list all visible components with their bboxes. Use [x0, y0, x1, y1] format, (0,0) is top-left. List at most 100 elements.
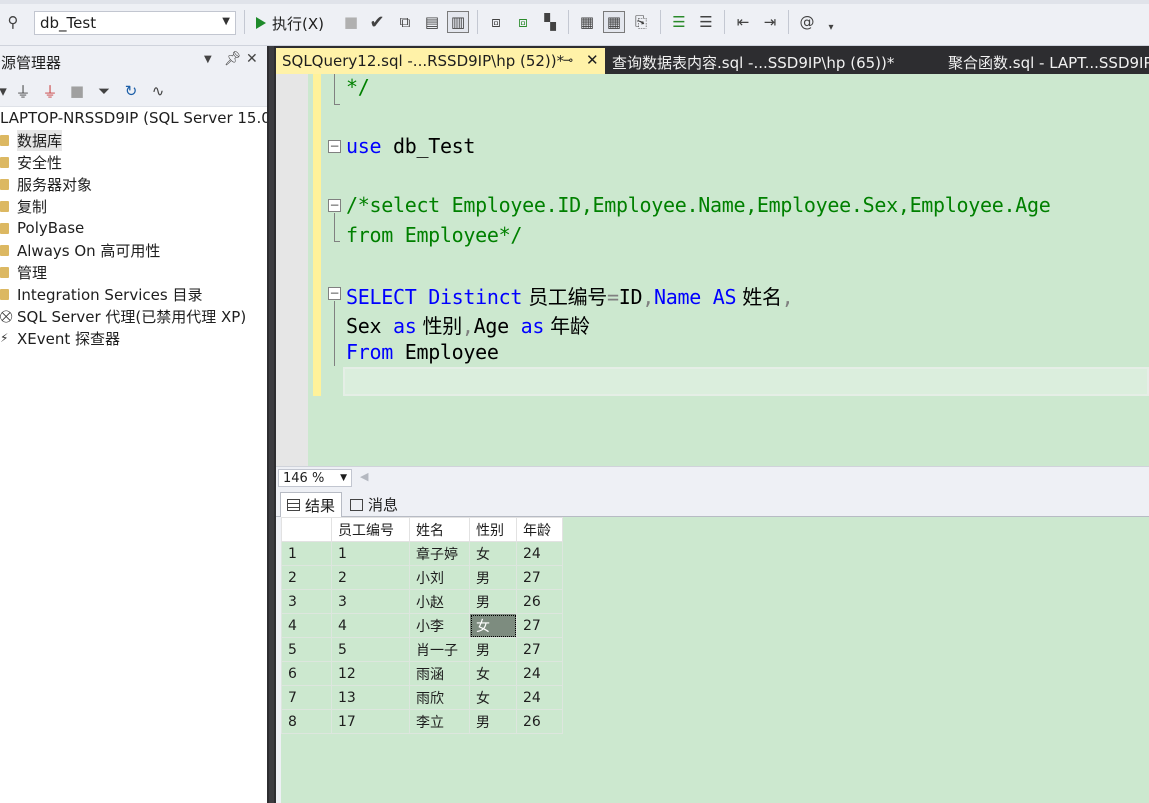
grid-cell[interactable]: 男 [469, 637, 517, 662]
connect-icon[interactable]: ⏚ [12, 80, 34, 102]
grid-cell[interactable]: 李立 [409, 709, 470, 734]
results-to-grid-icon[interactable]: ▦ [603, 11, 625, 33]
grid-cell[interactable]: 章子婷 [409, 541, 470, 566]
tree-node[interactable]: Integration Services 目录 [0, 283, 267, 305]
tab-query-table-content[interactable]: 查询数据表内容.sql -...SSD9IP\hp (65))* [606, 48, 936, 74]
grid-cell[interactable]: 24 [516, 661, 563, 686]
tab-results[interactable]: 结果 [280, 492, 343, 517]
grid-cell[interactable]: 24 [516, 685, 563, 710]
stop-icon[interactable]: ■ [66, 80, 88, 102]
grid-cell[interactable]: 27 [516, 565, 563, 590]
tree-node[interactable]: ⛒ SQL Server 代理(已禁用代理 XP) [0, 305, 267, 327]
tree-node[interactable]: ⚡ XEvent 探查器 [0, 327, 267, 349]
database-selector[interactable]: db_Test ▼ [34, 11, 236, 35]
grid-cell[interactable]: 5 [331, 637, 410, 662]
grid-cell[interactable]: 小李 [409, 613, 470, 638]
tab-sqlquery12[interactable]: SQLQuery12.sql -...RSSD9IP\hp (52))* ⊸ ✕ [276, 48, 605, 74]
window-position-icon[interactable]: ▼ [204, 54, 212, 65]
grid-cell[interactable]: 26 [516, 589, 563, 614]
pin-icon[interactable]: ⊸ [563, 53, 573, 67]
grid-cell[interactable]: 女 [469, 661, 517, 686]
results-to-text-icon[interactable]: ▦ [576, 11, 598, 33]
collapse-icon[interactable]: − [328, 140, 341, 153]
grid-cell[interactable]: 女 [469, 685, 517, 710]
comment-lines-icon[interactable]: ☰ [668, 11, 690, 33]
row-number-cell[interactable]: 8 [281, 709, 332, 734]
grid-cell[interactable]: 雨涵 [409, 661, 470, 686]
tab-messages[interactable]: 消息 [344, 492, 404, 517]
grid-cell[interactable]: 1 [331, 541, 410, 566]
row-number-cell[interactable]: 2 [281, 565, 332, 590]
disconnect-icon[interactable]: ⏚ [39, 80, 61, 102]
toolbar-overflow-icon[interactable]: ▾ [820, 16, 842, 38]
row-number-cell[interactable]: 5 [281, 637, 332, 662]
grid-cell[interactable]: 27 [516, 637, 563, 662]
specify-template-values-icon[interactable]: @ [796, 11, 818, 33]
row-number-cell[interactable]: 6 [281, 661, 332, 686]
query-designer-icon[interactable]: ▤ [421, 11, 443, 33]
zoom-selector[interactable]: 146 % ▼ [278, 469, 352, 487]
grid-cell[interactable]: 26 [516, 709, 563, 734]
grid-cell[interactable]: 2 [331, 565, 410, 590]
scroll-left-icon[interactable]: ◀ [360, 470, 368, 483]
tree-node[interactable]: 数据库 [0, 129, 267, 151]
grid-cell[interactable]: 雨欣 [409, 685, 470, 710]
tree-server-node[interactable]: LAPTOP-NRSSD9IP (SQL Server 15.0.. [0, 107, 280, 129]
activity-monitor-icon[interactable]: ∿ [147, 80, 169, 102]
grid-cell[interactable]: 12 [331, 661, 410, 686]
grid-cell[interactable]: 27 [516, 613, 563, 638]
results-to-file-icon[interactable]: ⎘ [630, 11, 652, 33]
grid-column-header[interactable]: 年龄 [516, 517, 563, 542]
parse-check-icon[interactable]: ✔ [366, 11, 388, 33]
grid-cell[interactable]: 女 [469, 541, 517, 566]
include-plan-icon[interactable]: ⧈ [485, 11, 507, 33]
execute-button[interactable]: 执行(X) [256, 11, 324, 35]
close-icon[interactable]: ✕ [586, 51, 599, 69]
grid-cell[interactable]: 肖一子 [409, 637, 470, 662]
row-number-cell[interactable]: 4 [281, 613, 332, 638]
collapse-icon[interactable]: − [328, 199, 341, 212]
grid-cell[interactable]: 小刘 [409, 565, 470, 590]
connect-object-explorer-icon[interactable]: ⚲ [2, 11, 24, 33]
grid-cell[interactable]: 女 [469, 613, 517, 638]
grid-column-header[interactable]: 员工编号 [331, 517, 410, 542]
decrease-indent-icon[interactable]: ⇤ [732, 11, 754, 33]
stop-icon[interactable]: ■ [340, 11, 362, 33]
row-number-cell[interactable]: 7 [281, 685, 332, 710]
query-editor[interactable]: − − − */ use db_Test /*select Employee.I… [276, 74, 1149, 466]
grid-cell[interactable]: 24 [516, 541, 563, 566]
grid-cell[interactable]: 小赵 [409, 589, 470, 614]
grid-corner-header[interactable] [281, 517, 332, 542]
collapse-icon[interactable]: − [328, 287, 341, 300]
row-number-cell[interactable]: 3 [281, 589, 332, 614]
grid-cell[interactable]: 男 [469, 709, 517, 734]
grid-column-header[interactable]: 性别 [469, 517, 517, 542]
close-icon[interactable]: ✕ [246, 51, 258, 67]
grid-cell[interactable]: 男 [469, 589, 517, 614]
tree-node[interactable]: 管理 [0, 261, 267, 283]
grid-cell[interactable]: 17 [331, 709, 410, 734]
client-stats-icon[interactable]: ▚ [539, 11, 561, 33]
tree-node[interactable]: Always On 高可用性 [0, 239, 267, 261]
tree-node[interactable]: 服务器对象 [0, 173, 267, 195]
splitter[interactable] [267, 46, 276, 803]
live-stats-icon[interactable]: ⧈ [512, 11, 534, 33]
grid-column-header[interactable]: 姓名 [409, 517, 470, 542]
refresh-icon[interactable]: ↻ [120, 80, 142, 102]
uncomment-lines-icon[interactable]: ☰ [695, 11, 717, 33]
intellisense-icon[interactable]: ▥ [447, 11, 469, 33]
filter-icon[interactable]: ⏷ [93, 80, 115, 102]
grid-cell[interactable]: 3 [331, 589, 410, 614]
tab-aggregate-functions[interactable]: 聚合函数.sql - LAPT...SSD9IP\ [942, 48, 1149, 74]
tree-node[interactable]: 安全性 [0, 151, 267, 173]
tree-node[interactable]: 复制 [0, 195, 267, 217]
grid-cell[interactable]: 4 [331, 613, 410, 638]
results-grid[interactable]: 员工编号 姓名 性别 年龄 1 1 章子婷女 24 2 2 小刘男 27 3 3 小赵男 26 4 4 小李女 27… [281, 517, 563, 734]
row-number-cell[interactable]: 1 [281, 541, 332, 566]
pin-icon[interactable]: 📌︎ [224, 51, 242, 67]
grid-cell[interactable]: 男 [469, 565, 517, 590]
estimated-plan-icon[interactable]: ⧉ [394, 11, 416, 33]
increase-indent-icon[interactable]: ⇥ [759, 11, 781, 33]
tree-node[interactable]: PolyBase [0, 217, 267, 239]
grid-cell[interactable]: 13 [331, 685, 410, 710]
